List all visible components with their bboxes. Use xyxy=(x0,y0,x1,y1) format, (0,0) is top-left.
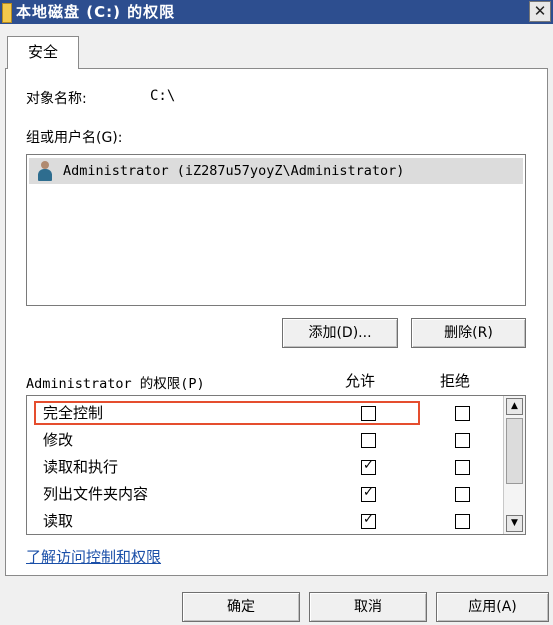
folder-icon xyxy=(2,3,12,23)
deny-checkbox[interactable] xyxy=(455,406,470,421)
user-icon xyxy=(37,161,53,181)
scroll-down-arrow-icon[interactable]: ▼ xyxy=(506,515,523,532)
close-button[interactable]: ✕ xyxy=(529,1,551,22)
title-bar: 本地磁盘 (C:) 的权限 ✕ xyxy=(0,0,553,24)
allow-checkbox[interactable] xyxy=(361,433,376,448)
checkmark-icon: ✓ xyxy=(363,458,374,473)
allow-checkbox[interactable]: ✓ xyxy=(361,512,376,529)
allow-checkbox[interactable] xyxy=(361,406,376,421)
deny-checkbox[interactable] xyxy=(455,433,470,448)
group-users-list[interactable]: Administrator (iZ287u57yoyZ\Administrato… xyxy=(26,154,526,306)
permission-row-full-control: 完全控制 xyxy=(27,400,502,427)
scroll-up-arrow-icon[interactable]: ▲ xyxy=(506,398,523,415)
cancel-button[interactable]: 取消 xyxy=(309,592,427,622)
tab-security-label: 安全 xyxy=(27,43,58,61)
allow-checkbox[interactable]: ✓ xyxy=(361,458,376,475)
deny-checkbox[interactable] xyxy=(455,514,470,529)
deny-column-header: 拒绝 xyxy=(440,372,471,390)
permission-name: 完全控制 xyxy=(43,404,104,422)
allow-column-header: 允许 xyxy=(345,372,376,390)
permission-name: 读取 xyxy=(43,512,74,530)
permission-row-read-execute: 读取和执行 ✓ xyxy=(27,454,502,481)
remove-button[interactable]: 删除(R) xyxy=(411,318,526,348)
object-name-label: 对象名称: xyxy=(26,91,87,107)
object-name-value: C:\ xyxy=(150,88,176,104)
add-button[interactable]: 添加(D)... xyxy=(282,318,398,348)
permission-row-list-folder: 列出文件夹内容 ✓ xyxy=(27,481,502,508)
permission-row-modify: 修改 xyxy=(27,427,502,454)
user-name: Administrator (iZ287u57yoyZ\Administrato… xyxy=(63,163,405,179)
scroll-thumb[interactable] xyxy=(506,418,523,484)
permission-row-read: 读取 ✓ xyxy=(27,508,502,535)
window-title: 本地磁盘 (C:) 的权限 xyxy=(16,3,176,21)
permission-name: 读取和执行 xyxy=(43,458,119,476)
group-users-label: 组或用户名(G): xyxy=(26,130,123,146)
permissions-header: Administrator 的权限(P) xyxy=(26,376,205,392)
allow-checkbox[interactable]: ✓ xyxy=(361,485,376,502)
scrollbar[interactable]: ▲ ▼ xyxy=(503,396,525,534)
tab-security[interactable]: 安全 xyxy=(7,36,79,69)
list-item[interactable]: Administrator (iZ287u57yoyZ\Administrato… xyxy=(29,158,523,184)
ok-button[interactable]: 确定 xyxy=(182,592,300,622)
deny-checkbox[interactable] xyxy=(455,487,470,502)
permission-name: 修改 xyxy=(43,431,74,449)
deny-checkbox[interactable] xyxy=(455,460,470,475)
permissions-list: 完全控制 修改 读取和执行 ✓ 列出文件夹内容 ✓ 读取 ✓ ▲ ▼ xyxy=(26,395,526,535)
apply-button[interactable]: 应用(A) xyxy=(436,592,549,622)
learn-access-control-link[interactable]: 了解访问控制和权限 xyxy=(26,546,161,567)
checkmark-icon: ✓ xyxy=(363,512,374,527)
permission-name: 列出文件夹内容 xyxy=(43,485,149,503)
checkmark-icon: ✓ xyxy=(363,485,374,500)
